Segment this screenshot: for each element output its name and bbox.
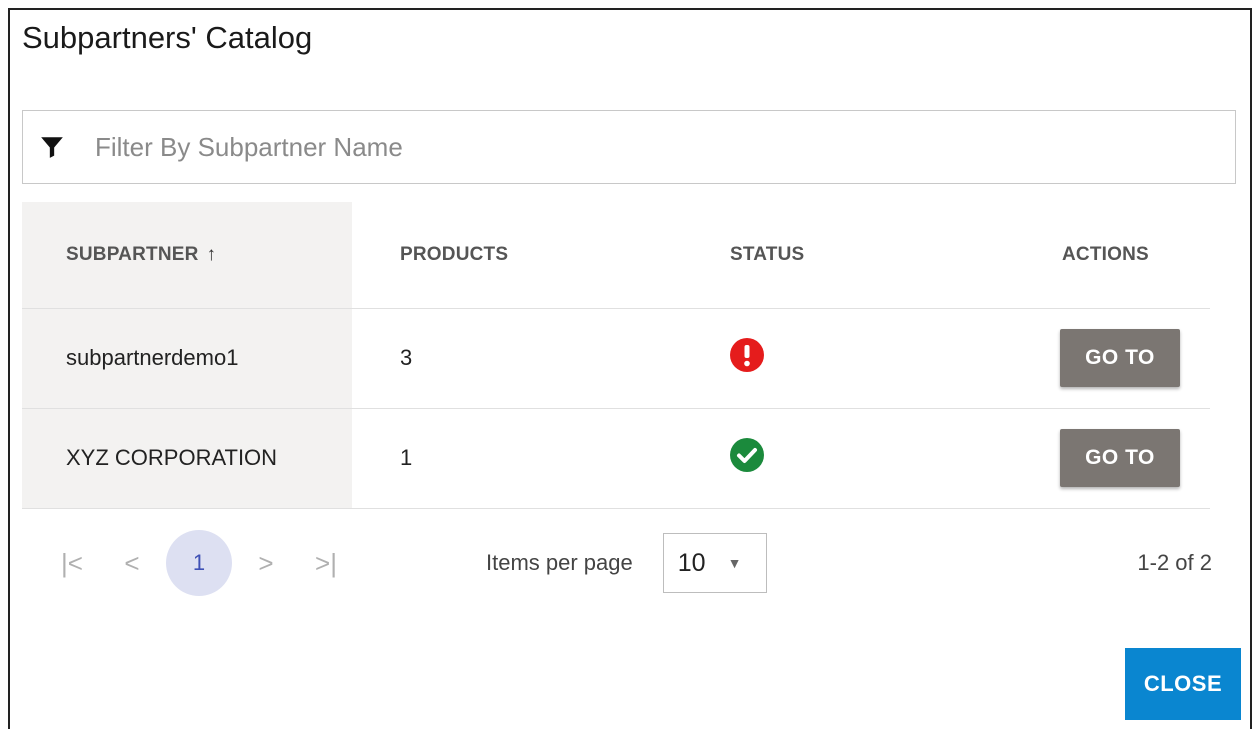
page-number-current[interactable]: 1 bbox=[166, 530, 232, 596]
cell-products: 1 bbox=[352, 407, 682, 509]
range-label: 1-2 of 2 bbox=[1137, 550, 1212, 575]
cell-actions: GO TO bbox=[1014, 307, 1210, 408]
go-to-button[interactable]: GO TO bbox=[1060, 429, 1180, 487]
table-row: XYZ CORPORATION 1 GO TO bbox=[22, 407, 1210, 509]
subpartners-catalog-dialog: Subpartners' Catalog SUBPARTNER ↑ PRODUCT… bbox=[8, 8, 1252, 729]
items-per-page-select[interactable]: 10 ▼ bbox=[662, 533, 767, 593]
cell-subpartner: XYZ CORPORATION bbox=[22, 407, 352, 509]
first-page-icon[interactable]: |< bbox=[42, 548, 102, 579]
column-header-label: SUBPARTNER bbox=[66, 243, 199, 265]
sort-ascending-icon: ↑ bbox=[206, 243, 217, 265]
items-per-page-label: Items per page bbox=[486, 550, 633, 575]
filter-icon bbox=[39, 130, 73, 164]
column-header-subpartner[interactable]: SUBPARTNER ↑ bbox=[22, 202, 352, 308]
table-row: subpartnerdemo1 3 GO TO bbox=[22, 307, 1210, 408]
go-to-button[interactable]: GO TO bbox=[1060, 329, 1180, 387]
cell-subpartner: subpartnerdemo1 bbox=[22, 307, 352, 408]
cell-status bbox=[682, 307, 1014, 408]
column-header-actions: ACTIONS bbox=[1062, 243, 1149, 265]
last-page-icon[interactable]: >| bbox=[296, 548, 356, 579]
cell-actions: GO TO bbox=[1014, 407, 1210, 509]
subpartners-table: SUBPARTNER ↑ PRODUCTS STATUS ACTIONS subp… bbox=[22, 202, 1210, 509]
column-header-products: PRODUCTS bbox=[400, 243, 509, 265]
next-page-icon[interactable]: > bbox=[236, 548, 296, 579]
filter-box[interactable] bbox=[22, 110, 1236, 184]
filter-input[interactable] bbox=[95, 131, 1095, 163]
dialog-title: Subpartners' Catalog bbox=[22, 20, 313, 55]
table-header-row: SUBPARTNER ↑ PRODUCTS STATUS ACTIONS bbox=[22, 202, 1210, 308]
column-header-status: STATUS bbox=[730, 243, 805, 265]
cell-products: 3 bbox=[352, 307, 682, 408]
dropdown-caret-icon: ▼ bbox=[727, 555, 742, 571]
items-per-page-value: 10 bbox=[677, 548, 706, 577]
status-error-icon bbox=[730, 338, 764, 372]
paginator: |< < 1 > >| Items per page 10 ▼ 1-2 of 2 bbox=[22, 526, 1212, 600]
cell-status bbox=[682, 407, 1014, 509]
status-ok-icon bbox=[730, 438, 764, 472]
previous-page-icon[interactable]: < bbox=[102, 548, 162, 579]
close-button[interactable]: CLOSE bbox=[1125, 648, 1241, 720]
